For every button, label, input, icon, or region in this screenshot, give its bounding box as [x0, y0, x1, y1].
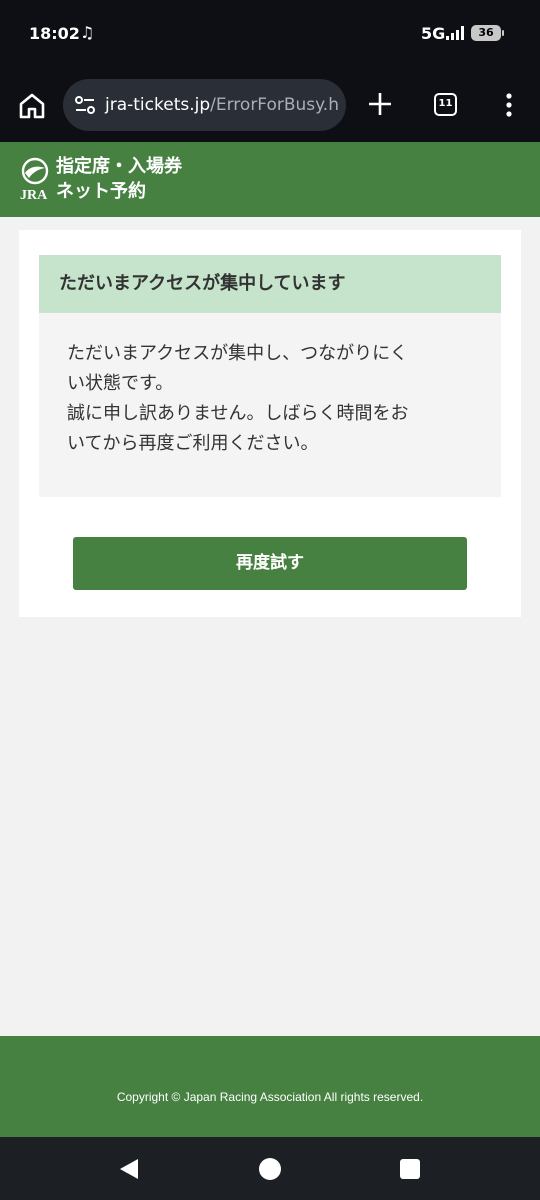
message-line: 誠に申し訳ありません。しばらく時間をお	[67, 403, 409, 424]
home-icon[interactable]	[16, 90, 48, 122]
back-icon[interactable]	[118, 1157, 140, 1181]
music-note-icon: ♫	[80, 23, 95, 42]
url-domain: jra-tickets.jp	[105, 95, 211, 115]
url-text[interactable]: jra-tickets.jp/ErrorForBusy.h	[105, 79, 339, 131]
status-time: 18:02	[29, 24, 80, 43]
jra-logo[interactable]: JRA	[19, 157, 53, 201]
message-line: い状態です。	[67, 373, 174, 394]
copyright-text: Copyright © Japan Racing Association All…	[116, 1090, 424, 1104]
home-circle-icon[interactable]	[259, 1158, 281, 1180]
message-line: ただいまアクセスが集中し、つながりにく	[67, 343, 408, 364]
error-card: ただいまアクセスが集中しています ただいまアクセスが集中し、つながりにく い状態…	[19, 230, 521, 617]
more-menu-icon[interactable]	[498, 92, 520, 118]
retry-button[interactable]: 再度試す	[73, 537, 467, 590]
tab-switcher-button[interactable]: 11	[434, 93, 457, 116]
url-path: /ErrorForBusy.h	[210, 95, 339, 115]
system-nav-bar	[0, 1137, 540, 1200]
recents-square-icon[interactable]	[400, 1159, 420, 1179]
site-footer: Copyright © Japan Racing Association All…	[0, 1036, 540, 1137]
battery-level: 36	[478, 26, 494, 39]
network-type: 5G	[421, 24, 446, 43]
site-title-line2: ネット予約	[56, 181, 146, 202]
site-settings-icon[interactable]	[74, 94, 96, 116]
tab-count: 11	[438, 98, 453, 109]
battery-icon: 36	[471, 25, 504, 41]
signal-icon	[446, 26, 464, 40]
address-bar[interactable]: jra-tickets.jp/ErrorForBusy.h	[63, 79, 346, 131]
new-tab-icon[interactable]	[366, 90, 394, 118]
message-box: ただいまアクセスが集中しています ただいまアクセスが集中し、つながりにく い状態…	[39, 255, 501, 497]
site-title[interactable]: 指定席・入場券 ネット予約	[56, 154, 182, 204]
message-heading: ただいまアクセスが集中しています	[39, 255, 501, 313]
logo-text: JRA	[20, 188, 48, 201]
message-body: ただいまアクセスが集中し、つながりにく い状態です。 誠に申し訳ありません。しば…	[39, 313, 501, 459]
status-bar: 18:02 ♫ 5G 36	[0, 0, 540, 66]
browser-toolbar: jra-tickets.jp/ErrorForBusy.h 11	[0, 66, 540, 142]
message-line: いてから再度ご利用ください。	[67, 433, 319, 454]
site-header: JRA 指定席・入場券 ネット予約	[0, 142, 540, 217]
site-title-line1: 指定席・入場券	[56, 156, 182, 177]
